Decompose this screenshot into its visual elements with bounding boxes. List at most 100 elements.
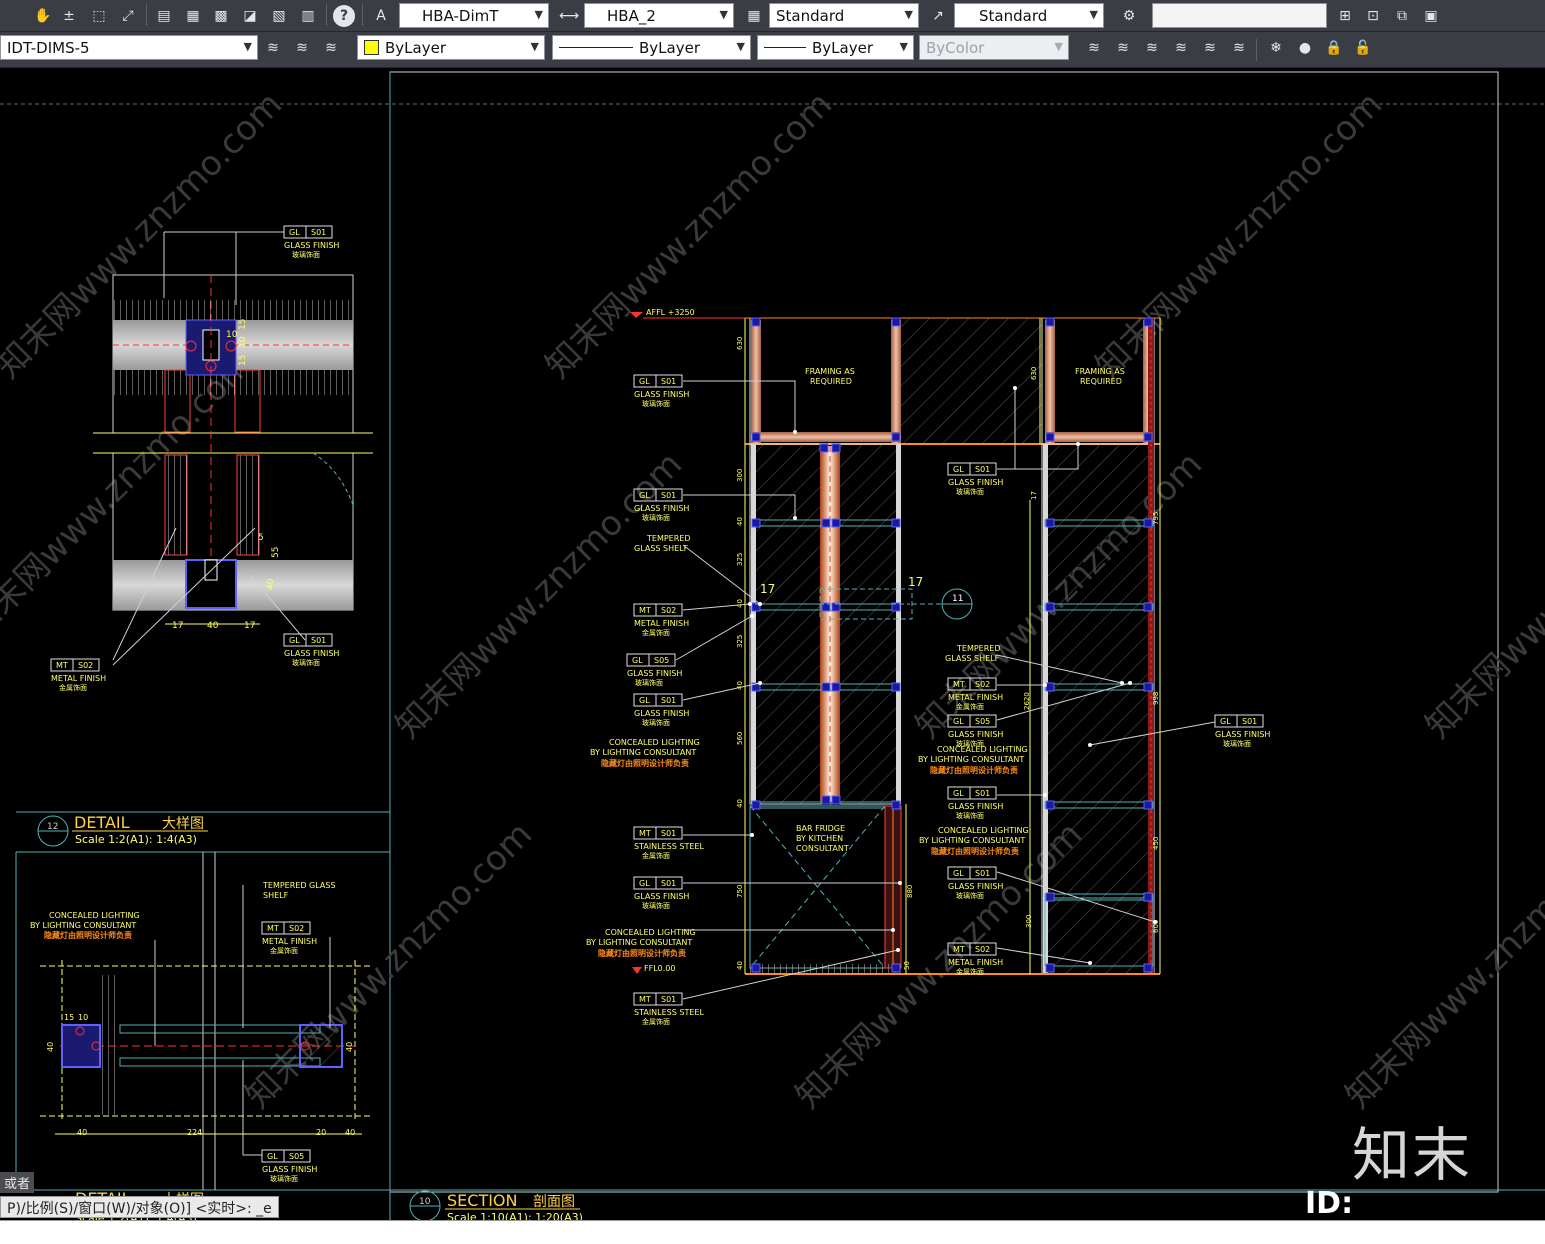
dim-label: 630 [1030,367,1038,380]
finish-tag: MT S02 METAL FINISH金属饰面 [633,603,689,637]
zoom-window-icon[interactable]: ⬚ [88,5,110,27]
multileader-style-value: Standard [979,6,1048,25]
tag-label-cn: 玻璃饰面 [1223,739,1251,748]
tag-code: GL [289,228,300,237]
pan-icon[interactable]: ✋ [32,5,54,27]
viewport-icon[interactable]: ⊞ [1334,5,1356,27]
chevron-down-icon: ▼ [1089,8,1098,21]
linetype-value: ByLayer [639,38,700,57]
tag-label: GLASS FINISH [634,390,689,399]
tag-code: S01 [661,829,676,838]
finish-tag: MT S01 STAINLESS STEEL金属饰面 [633,826,704,860]
zoom-previous-icon[interactable]: ⤢ [117,5,139,27]
tag-label-cn: 玻璃饰面 [956,811,984,820]
tag-code: S01 [661,995,676,1004]
search-input[interactable] [1152,3,1327,28]
tool-palette-icon[interactable]: ▩ [210,5,232,27]
text-style-icon[interactable]: A [370,5,392,27]
viewport-scale-icon[interactable]: ⧉ [1391,5,1413,27]
tag-label: METAL FINISH [262,937,317,946]
layer-isolate-icon[interactable]: ≋ [1083,37,1105,59]
workspace-icon[interactable]: ⚙ [1118,5,1140,27]
lineweight-dropdown[interactable]: ByLayer ▼ [757,35,914,60]
lighting-note: CONCEALED LIGHTING [605,928,696,937]
tag-label: GLASS FINISH [284,649,339,658]
make-current-layer-icon[interactable]: ≋ [262,37,284,59]
layer-off-icon[interactable]: ≋ [1141,37,1163,59]
lighting-note: BY LIGHTING CONSULTANT [919,836,1025,845]
tempered-note: TEMPERED [956,644,1001,653]
fridge-note: BAR FRIDGE [796,824,845,833]
multileader-style-dropdown[interactable]: Standard ▼ [954,3,1104,28]
multileader-style-icon[interactable]: ↗ [927,5,949,27]
table-style-dropdown[interactable]: Standard ▼ [769,3,919,28]
chevron-down-icon: ▼ [1054,40,1063,53]
dim-label: 795 [1152,512,1160,525]
layout-icon[interactable]: ▣ [1420,5,1442,27]
tag-code: GL [953,869,964,878]
layer-state-icon[interactable]: ≋ [320,37,342,59]
dim-label: 40 [266,578,276,590]
tag-label: METAL FINISH [948,693,1003,702]
command-prefix: 或者 [0,1172,35,1193]
zoom-realtime-icon[interactable]: ± [58,5,80,27]
tag-code: S05 [289,1152,304,1161]
lighting-note-cn: 隐藏灯由照明设计师负责 [44,930,132,940]
tag-code: MT [639,606,651,615]
layer-freeze-icon[interactable]: ≋ [1170,37,1192,59]
chevron-down-icon: ▼ [530,40,539,53]
dim-label: 40 [77,1128,87,1137]
dim-style-dropdown[interactable]: HBA_2 ▼ [584,3,734,28]
layers-properties-toolbar: IDT-DIMS-5 ▼ ≋ ≋ ≋ ByLayer ▼ ByLayer ▼ ByLa… [0,32,1545,68]
cad-application: ✋ ± ⬚ ⤢ ▤ ▦ ▩ ◪ ▧ ▥ ? A HBA-DimT ▼ ⟷ HBA_… [0,0,1545,1244]
table-style-icon[interactable]: ▦ [743,5,765,27]
command-line[interactable]: P)/比例(S)/窗口(W)/对象(O)] <实时>: _e [0,1196,279,1218]
viewport-clip-icon[interactable]: ⊡ [1362,5,1384,27]
tag-label: GLASS FINISH [948,882,1003,891]
brand-watermark: 知末 [1352,1121,1473,1189]
lighting-note: BY LIGHTING CONSULTANT [590,748,696,757]
lighting-note: BY LIGHTING CONSULTANT [918,755,1024,764]
tag-label: METAL FINISH [51,674,106,683]
tag-label: GLASS FINISH [948,730,1003,739]
drawing-canvas[interactable]: 知末网www.znzmo.com 知末网www.znzmo.com 知末网www… [0,68,1545,1244]
design-center-icon[interactable]: ▦ [182,5,204,27]
freeze-icon[interactable]: ❄ [1265,37,1287,59]
tag-code: S01 [661,879,676,888]
dim-label: 750 [736,885,744,898]
text-style-dropdown[interactable]: HBA-DimT ▼ [399,3,549,28]
dim-label: 20 [316,1128,326,1137]
layer-merge-icon[interactable]: ≋ [1228,37,1250,59]
watermark-text: 知末网www.znzmo.com [538,84,840,386]
dim-style-icon[interactable]: ⟷ [558,5,580,27]
help-icon[interactable]: ? [333,5,355,27]
finish-tag: GL S01 GLASS FINISH玻璃饰面 [283,225,339,259]
dim-label: 5 [258,533,264,543]
tag-code: S01 [1242,717,1257,726]
tag-label-cn: 玻璃饰面 [956,891,984,900]
watermark-text: 知末网www.znzmo.com [1088,84,1390,386]
linetype-dropdown[interactable]: ByLayer ▼ [552,35,751,60]
detail-title-cn: 大样图 [162,816,204,832]
dim-label: 17 [760,582,775,596]
properties-icon[interactable]: ▤ [153,5,175,27]
tag-code: S02 [289,924,304,933]
markup-icon[interactable]: ▧ [268,5,290,27]
finish-tag: GL S05 GLASS FINISH玻璃饰面 [626,653,682,687]
unlock-icon[interactable]: 🔓 [1352,37,1374,59]
finish-tag: GL S01 GLASS FINISH玻璃饰面 [283,633,339,667]
lighting-note-cn: 隐藏灯由照明设计师负责 [598,948,686,958]
layer-walk-icon[interactable]: ≋ [1199,37,1221,59]
lock-icon[interactable]: 🔒 [1323,37,1345,59]
dim-label: 300 [1025,915,1033,928]
tag-code: GL [639,491,650,500]
fridge-note: BY KITCHEN [796,834,843,843]
light-bulb-icon[interactable]: ● [1294,37,1316,59]
layer-unisolate-icon[interactable]: ≋ [1112,37,1134,59]
sheet-set-icon[interactable]: ◪ [239,5,261,27]
calculator-icon[interactable]: ▥ [297,5,319,27]
color-dropdown[interactable]: ByLayer ▼ [357,35,545,60]
layer-dropdown[interactable]: IDT-DIMS-5 ▼ [0,35,258,60]
layer-previous-icon[interactable]: ≋ [291,37,313,59]
detail-12-title: 12 DETAIL 大样图 Scale 1:2(A1): 1:4(A3) [37,813,208,847]
